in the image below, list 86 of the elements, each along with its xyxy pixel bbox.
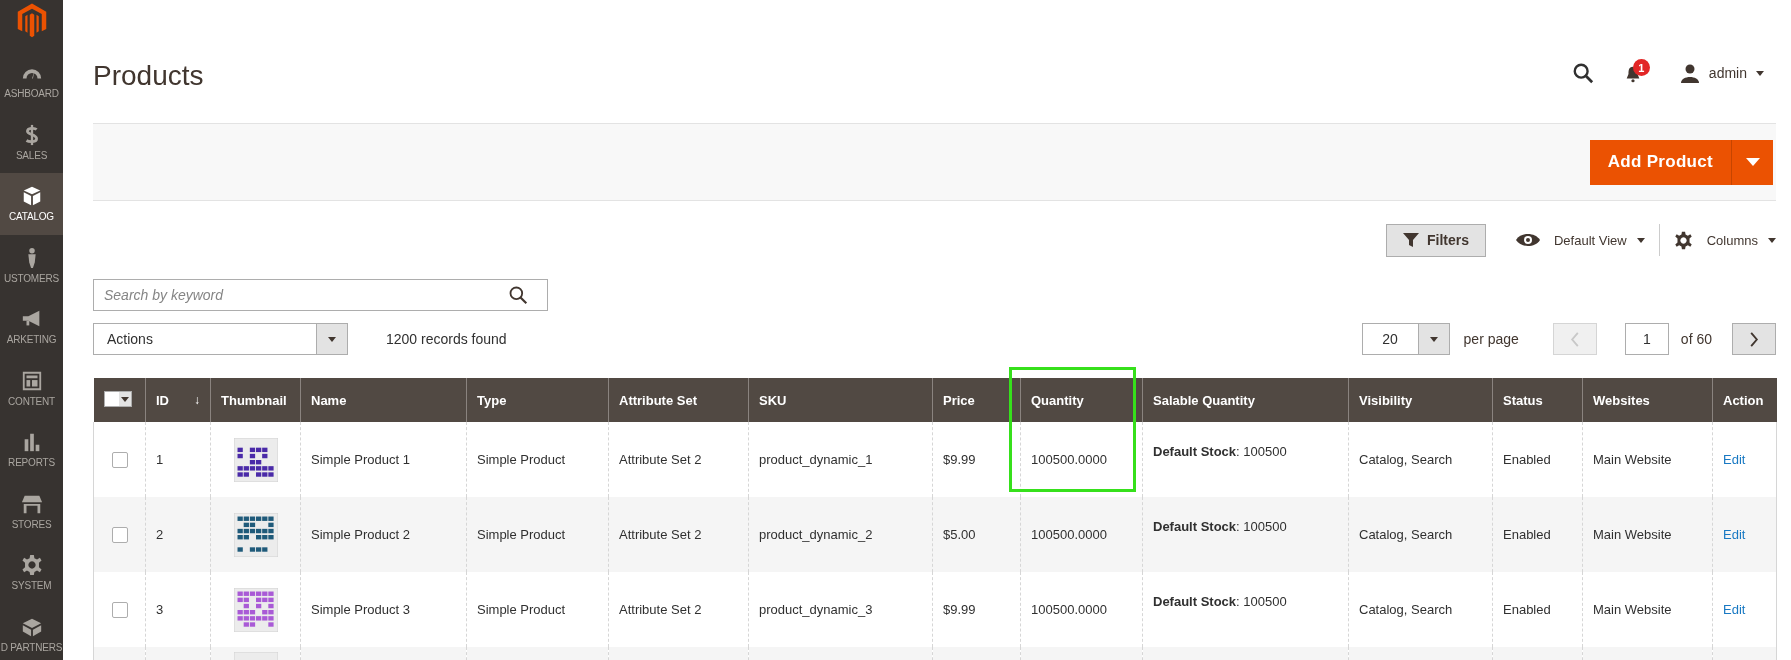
column-header[interactable]: Name [311, 392, 347, 408]
filter-icon [1402, 232, 1419, 248]
edit-link[interactable]: Edit [1723, 602, 1746, 617]
column-header[interactable]: SKU [759, 392, 787, 408]
page-title: Products [93, 62, 204, 90]
table-cell: Simple Product [477, 527, 566, 542]
search-icon[interactable] [1571, 62, 1594, 84]
column-header[interactable]: Websites [1593, 392, 1650, 408]
edit-link[interactable]: Edit [1723, 527, 1746, 542]
sidebar-item[interactable]: ARKETING [0, 296, 63, 358]
sidebar-item[interactable]: CATALOG [0, 173, 63, 235]
sidebar-item[interactable]: SALES [0, 111, 63, 173]
edit-link[interactable]: Edit [1723, 452, 1746, 467]
table-cell: Main Website [1593, 527, 1672, 542]
gear-icon [1673, 230, 1693, 250]
table-cell: Simple Product [477, 452, 566, 467]
table-cell: $9.99 [943, 452, 976, 467]
view-dropdown[interactable]: Default View [1515, 232, 1645, 248]
per-page-label: per page [1463, 330, 1519, 349]
table-cell: Default Stock: 100500 [1153, 444, 1287, 459]
table-cell: Default Stock: 100500 [1153, 594, 1287, 609]
table-cell: Enabled [1503, 452, 1551, 467]
gear-icon [20, 554, 43, 577]
add-product-button[interactable]: Add Product [1589, 139, 1773, 185]
column-header[interactable]: ID [156, 392, 169, 408]
table-cell: Catalog, Search [1359, 602, 1453, 617]
actions-dropdown[interactable]: Actions [93, 323, 348, 355]
table-cell: Enabled [1503, 602, 1551, 617]
row-checkbox[interactable] [111, 451, 128, 468]
sidebar-item[interactable]: CONTENT [0, 357, 63, 419]
records-count: 1200 records found [386, 330, 507, 349]
mass-select-checkbox[interactable] [103, 391, 132, 407]
page-size-dropdown[interactable]: 20 [1361, 323, 1450, 355]
user-icon [1679, 63, 1700, 83]
sidebar-item[interactable]: ASHBOARD [0, 50, 63, 112]
table-cell: 100500.0000 [1031, 602, 1107, 617]
table-cell: Default Stock: 100500 [1153, 519, 1287, 534]
table-cell: product_dynamic_3 [759, 602, 873, 617]
table-cell: 2 [156, 527, 164, 542]
sidebar-item[interactable]: USTOMERS [0, 234, 63, 296]
table-cell: Simple Product 2 [311, 527, 410, 542]
column-header[interactable]: Status [1503, 392, 1543, 408]
sidebar-item[interactable]: STORES [0, 480, 63, 542]
filters-button[interactable]: Filters [1385, 223, 1486, 257]
column-header[interactable]: Price [943, 392, 975, 408]
search-icon[interactable] [508, 285, 528, 305]
column-header[interactable]: Quantity [1031, 392, 1084, 408]
table-cell: 1 [156, 452, 164, 467]
chevron-left-icon [1569, 331, 1580, 347]
sidebar-item[interactable]: REPORTS [0, 419, 63, 481]
column-header[interactable]: Salable Quantity [1153, 392, 1255, 408]
table-cell: Simple Product 3 [311, 602, 410, 617]
table-cell: product_dynamic_1 [759, 452, 873, 467]
table-cell: product_dynamic_2 [759, 527, 873, 542]
table-cell: Simple Product [477, 602, 566, 617]
sidebar-item[interactable]: D PARTNERS [0, 603, 63, 660]
page-count: of 60 [1680, 330, 1712, 349]
logo-icon[interactable] [16, 2, 47, 38]
chevron-right-icon [1749, 331, 1759, 347]
table-cell: Catalog, Search [1359, 527, 1453, 542]
table-cell: Attribute Set 2 [619, 452, 702, 467]
user-menu[interactable]: admin [1679, 63, 1764, 83]
table-cell: 100500.0000 [1031, 452, 1107, 467]
sidebar-item[interactable]: SYSTEM [0, 542, 63, 604]
layout-icon [20, 369, 43, 392]
columns-dropdown[interactable]: Columns [1673, 230, 1776, 250]
row-checkbox[interactable] [111, 601, 128, 618]
page-number-field[interactable]: 1 [1624, 323, 1669, 355]
eye-icon [1515, 233, 1540, 247]
row-checkbox[interactable] [111, 526, 128, 543]
table-cell: Simple Product 1 [311, 452, 410, 467]
table-cell: Main Website [1593, 452, 1672, 467]
table-cell: $9.99 [943, 602, 976, 617]
search-field[interactable]: Search by keyword [93, 279, 548, 311]
table-cell: 3 [156, 602, 164, 617]
column-header[interactable]: Type [477, 392, 507, 408]
table-cell: Catalog, Search [1359, 452, 1453, 467]
table-cell: Main Website [1593, 602, 1672, 617]
column-header[interactable]: Visibility [1359, 392, 1413, 408]
sort-indicator[interactable]: ↓ [194, 392, 200, 408]
table-cell: Enabled [1503, 527, 1551, 542]
table-cell: Attribute Set 2 [619, 527, 702, 542]
table-cell: 100500.0000 [1031, 527, 1107, 542]
table-cell: $5.00 [943, 527, 976, 542]
table-cell: Attribute Set 2 [619, 602, 702, 617]
next-page-button[interactable] [1732, 323, 1776, 355]
